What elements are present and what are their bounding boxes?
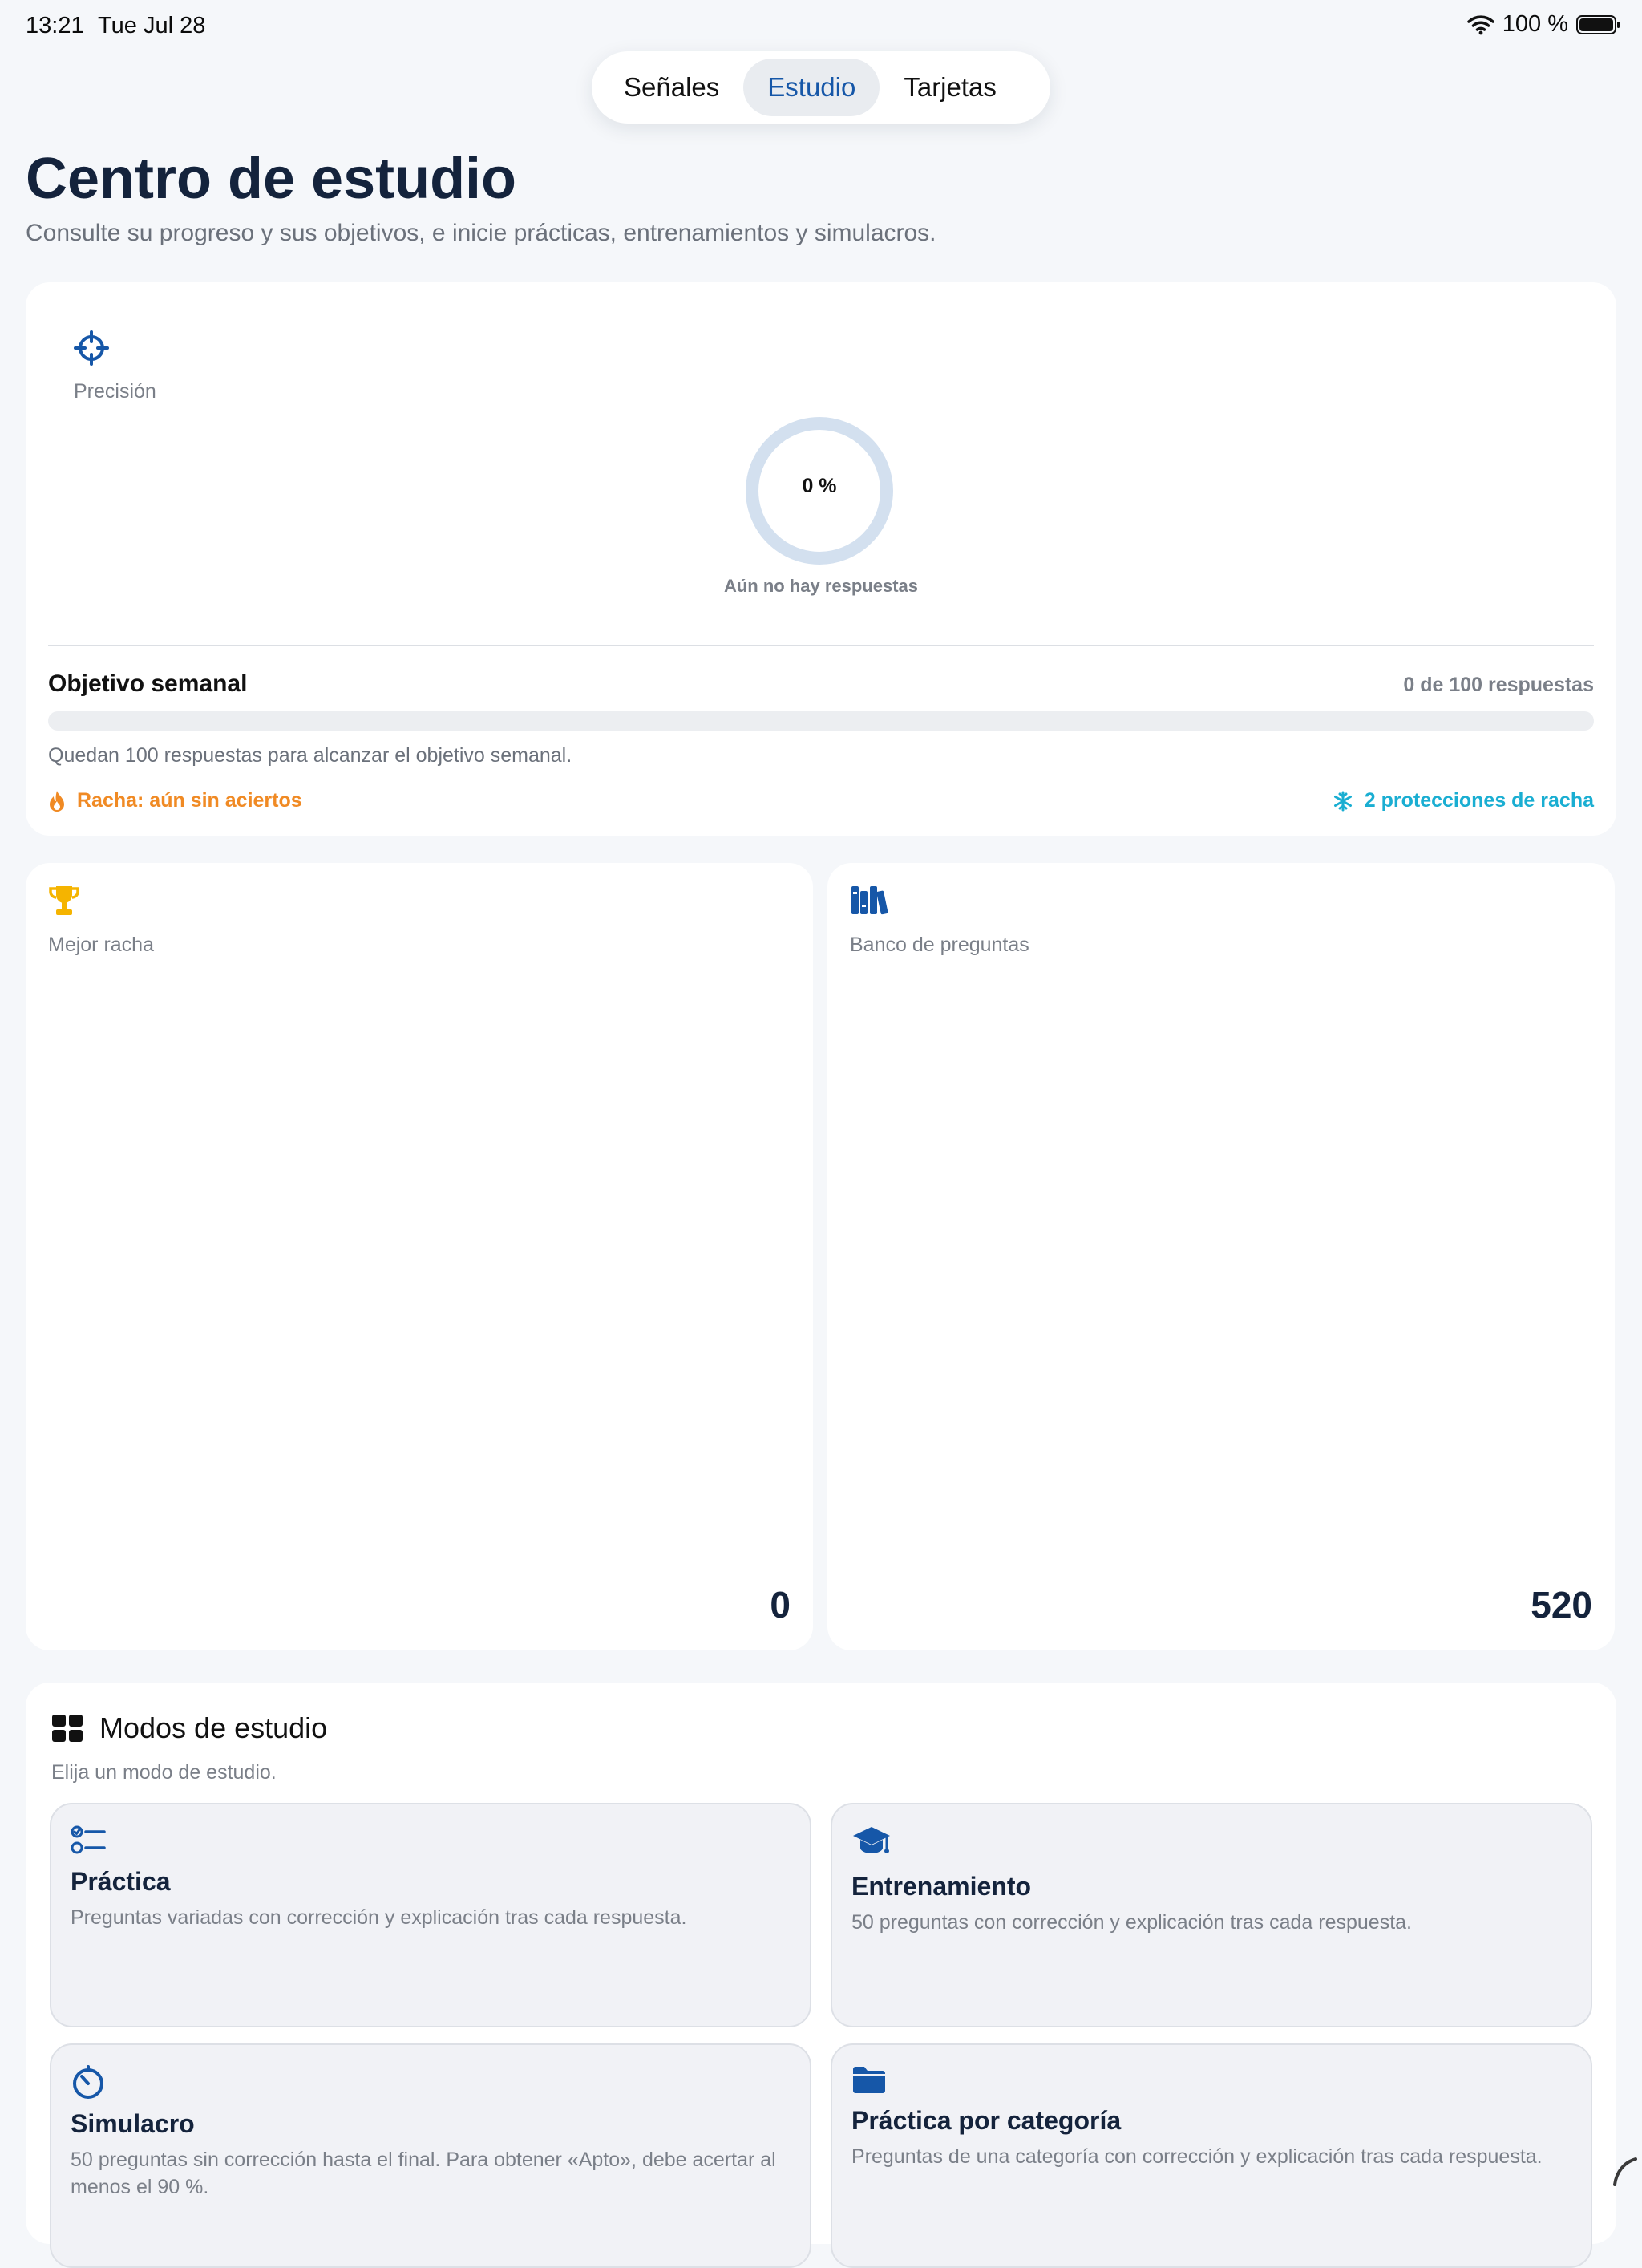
crosshair-icon [74,330,109,366]
question-bank-card: Banco de preguntas 520 [827,863,1615,1650]
streak-freezes: 2 protecciones de racha [1333,789,1594,812]
precision-caption: Aún no hay respuestas [26,576,1616,597]
status-date: Tue Jul 28 [98,13,205,39]
mode-practice-title: Práctica [71,1867,171,1897]
freezes-label: 2 protecciones de racha [1365,789,1594,812]
graduation-cap-icon [851,1824,892,1859]
precision-label: Precisión [74,380,156,403]
mode-category-practice[interactable]: Práctica por categoría Preguntas de una … [831,2043,1592,2268]
timer-icon [71,2064,106,2100]
tab-estudio[interactable]: Estudio [743,59,880,116]
checklist-icon [71,1824,106,1856]
status-time: 13:21 [26,13,84,39]
weekly-goal-hint: Quedan 100 respuestas para alcanzar el o… [48,744,572,767]
books-icon [850,884,888,916]
mode-training-title: Entrenamiento [851,1872,1031,1901]
trophy-icon [48,884,80,917]
wifi-icon [1467,14,1494,35]
snowflake-icon [1333,791,1353,812]
mode-practice-desc: Preguntas variadas con corrección y expl… [71,1904,791,1931]
weekly-goal-progress-bar [48,711,1594,731]
question-bank-label: Banco de preguntas [850,934,1029,957]
streak-status: Racha: aún sin aciertos [48,789,302,812]
mode-training[interactable]: Entrenamiento 50 preguntas con correcció… [831,1803,1592,2027]
scroll-indicator-icon [1612,2156,1639,2188]
mode-category-practice-desc: Preguntas de una categoría con correcció… [851,2143,1571,2170]
streak-label: Racha: aún sin aciertos [77,789,302,812]
divider [48,645,1594,646]
precision-value: 0 % [744,475,895,498]
status-bar: 13:21 Tue Jul 28 100 % [0,0,1642,51]
mode-training-desc: 50 preguntas con corrección y explicació… [851,1909,1571,1936]
question-bank-value: 520 [1531,1583,1592,1626]
best-streak-card: Mejor racha 0 [26,863,813,1650]
weekly-goal-count: 0 de 100 respuestas [1403,674,1594,697]
folder-icon [851,2064,887,2095]
tab-tarjetas[interactable]: Tarjetas [880,59,1021,116]
study-modes-card: Modos de estudio Elija un modo de estudi… [26,1683,1616,2244]
battery-percent: 100 % [1502,11,1568,38]
mode-mock-exam-title: Simulacro [71,2109,195,2139]
tab-senales[interactable]: Señales [600,59,743,116]
battery-icon [1576,15,1616,34]
best-streak-label: Mejor racha [48,934,154,957]
grid-icon [51,1714,83,1743]
mode-category-practice-title: Práctica por categoría [851,2106,1121,2136]
study-modes-hint: Elija un modo de estudio. [51,1761,277,1784]
best-streak-value: 0 [770,1583,791,1626]
mode-mock-exam[interactable]: Simulacro 50 preguntas sin corrección ha… [50,2043,811,2268]
status-indicators: 100 % [1467,11,1616,38]
study-modes-title: Modos de estudio [99,1711,327,1745]
precision-card: Precisión 0 % Aún no hay respuestas Obje… [26,282,1616,836]
page-title: Centro de estudio [26,146,516,212]
study-modes-header: Modos de estudio [51,1711,327,1745]
mode-mock-exam-desc: 50 preguntas sin corrección hasta el fin… [71,2146,791,2201]
page-subtitle: Consulte su progreso y sus objetivos, e … [26,220,936,247]
mode-practice[interactable]: Práctica Preguntas variadas con correcci… [50,1803,811,2027]
flame-icon [48,790,66,812]
main-tab-bar: Señales Estudio Tarjetas [592,51,1050,124]
weekly-goal-title: Objetivo semanal [48,670,247,698]
